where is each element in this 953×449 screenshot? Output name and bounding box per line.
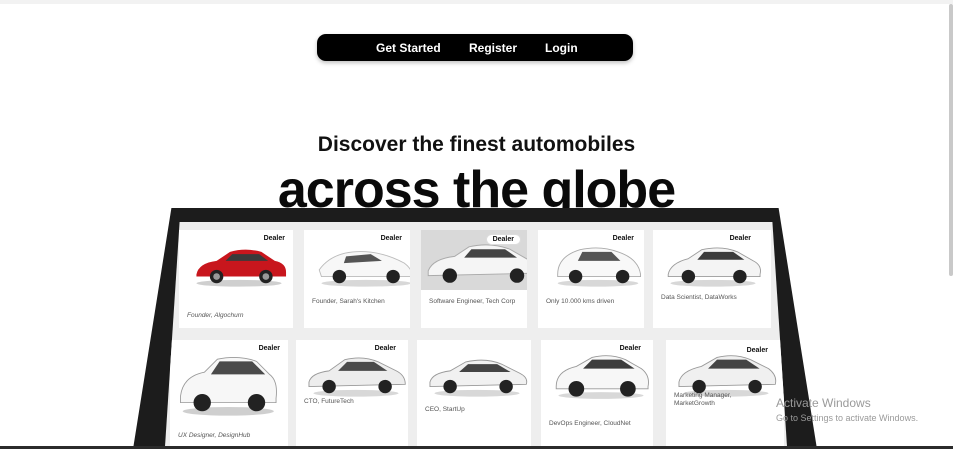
dealer-badge: Dealer [606,234,640,243]
top-nav: Get Started Register Login [317,34,633,61]
car-card[interactable]: Dealer Founder, Sarah's Kitchen [304,230,410,328]
card-caption: Software Engineer, Tech Corp [429,298,516,305]
watermark-title: Activate Windows [776,396,871,410]
car-card[interactable]: Dealer Only 10.000 kms driven [538,230,644,328]
card-caption: Founder, Sarah's Kitchen [312,298,385,305]
card-caption: Data Scientist, DataWorks [661,294,737,301]
car-card[interactable]: Dealer Data Scientist, DataWorks [653,230,771,328]
watermark-subtitle: Go to Settings to activate Windows. [776,413,919,423]
hero-subtitle: Discover the finest automobiles [317,133,636,156]
car-image [429,359,528,397]
car-card[interactable]: Dealer UX Designer, DesignHub [170,340,288,449]
car-card[interactable]: Dealer CTO, FutureTech [296,340,408,449]
login-link[interactable]: Login [545,41,578,55]
card-caption: Founder, Algochurn [187,312,244,319]
get-started-link[interactable]: Get Started [376,41,441,55]
car-card[interactable]: Dealer Marketing Manager, MarketGrowth [666,340,784,449]
card-caption: Only 10.000 kms driven [546,298,615,305]
dealer-badge: Dealer [374,234,408,243]
card-caption: CTO, FutureTech [304,398,354,405]
dealer-badge: Dealer [485,234,521,245]
car-card[interactable]: CEO, StartUp [417,340,531,449]
dealer-badge: Dealer [740,346,774,355]
card-caption: UX Designer, DesignHub [178,432,251,439]
card-caption: DevOps Engineer, CloudNet [549,420,631,427]
car-card[interactable]: Dealer Founder, Algochurn [179,230,293,328]
card-caption: Marketing Manager, MarketGrowth [674,392,732,407]
dealer-badge: Dealer [252,344,286,353]
tablet-screen: Dealer Founder, Algochurn Dealer Founder… [164,222,788,449]
top-strip [0,0,953,4]
activate-windows-watermark: Activate Windows Go to Settings to activ… [776,396,918,423]
dealer-badge: Dealer [723,234,757,243]
register-link[interactable]: Register [469,41,517,55]
car-card[interactable]: Dealer DevOps Engineer, CloudNet [541,340,653,449]
dealer-badge: Dealer [613,344,647,353]
car-card[interactable]: Dealer Software Engineer, Tech Corp [421,230,527,328]
card-caption: CEO, StartUp [425,406,465,413]
dealer-badge: Dealer [368,344,402,353]
dealer-badge: Dealer [257,234,291,243]
car-image [180,357,277,416]
